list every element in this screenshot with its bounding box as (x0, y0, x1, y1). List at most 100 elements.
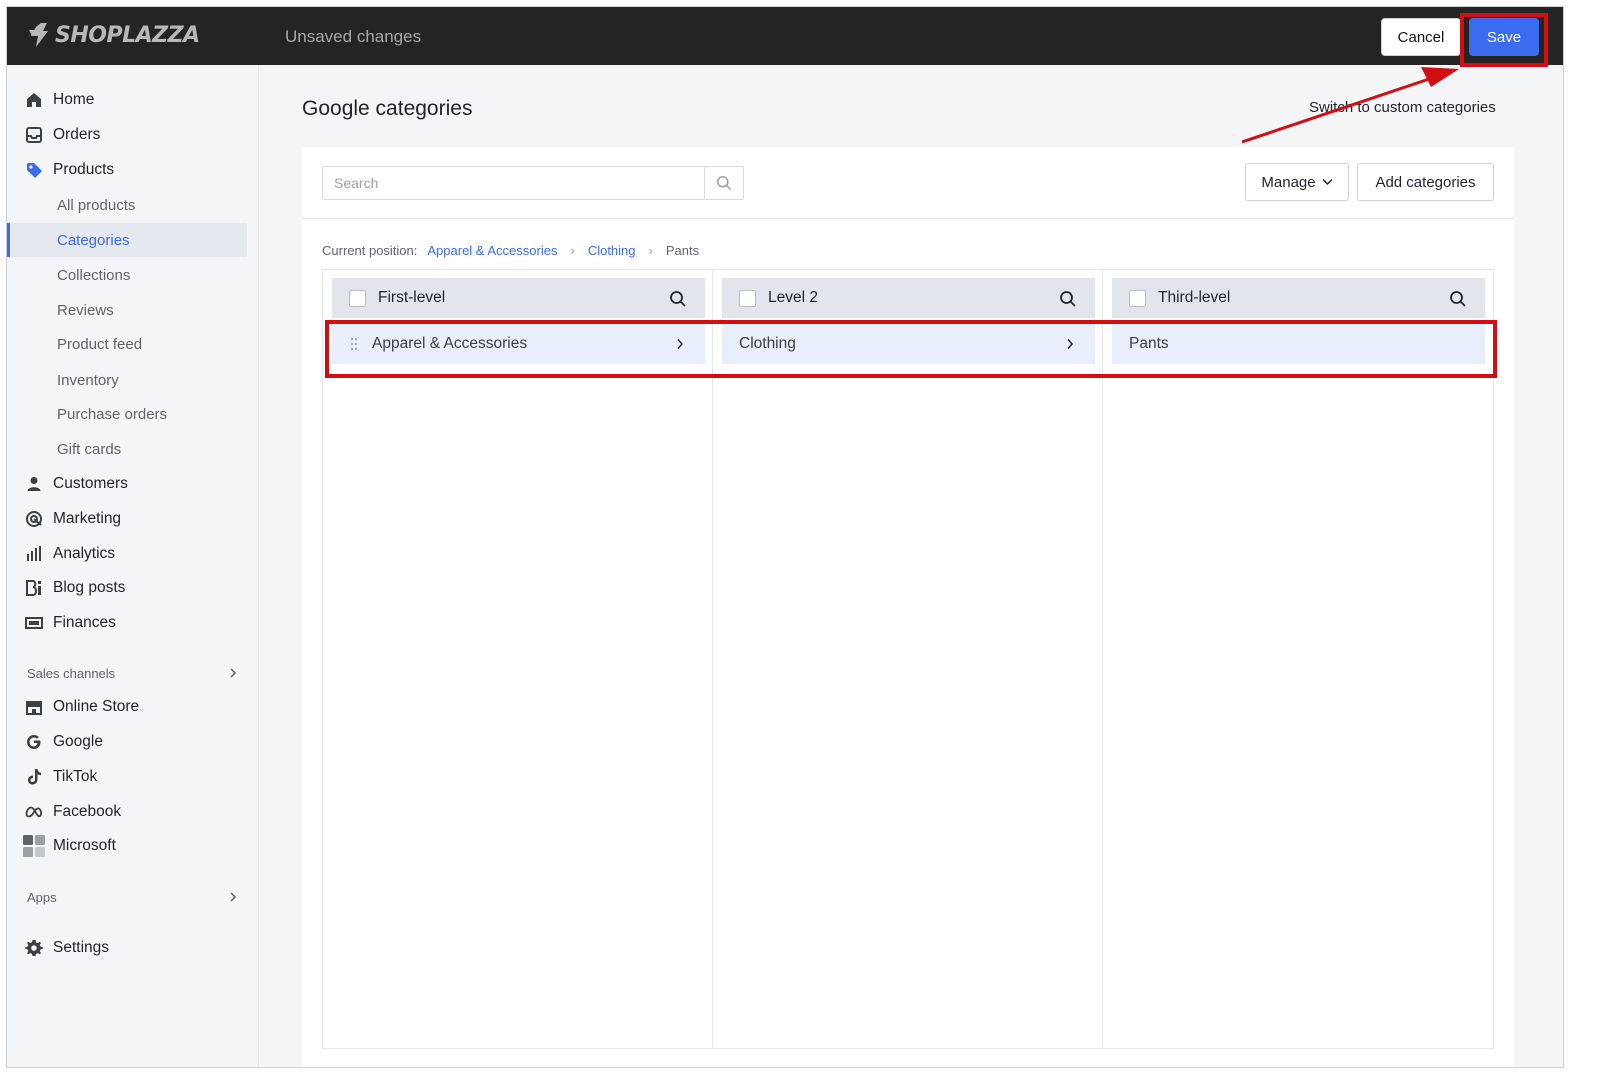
chevron-right-icon (1067, 339, 1074, 349)
sidebar-item-tiktok[interactable]: TikTok (7, 760, 247, 794)
search-icon (717, 176, 732, 191)
manage-label: Manage (1261, 173, 1316, 191)
sidebar-subitem-all-products[interactable]: All products (7, 188, 247, 222)
sidebar-subitem-collections[interactable]: Collections (7, 258, 247, 292)
search-box (322, 166, 744, 200)
search-icon[interactable] (1449, 290, 1467, 308)
sidebar-item-label: Online Store (53, 698, 140, 715)
shoplazza-logo-icon (29, 23, 48, 47)
bar-chart-icon (27, 546, 41, 561)
top-bar: SHOPLAZZA Unsaved changes Cancel Save (7, 7, 1563, 65)
sales-channels-label[interactable]: Sales channels (27, 666, 115, 681)
search-button[interactable] (704, 167, 743, 199)
sidebar-item-facebook[interactable]: Facebook (7, 795, 247, 829)
user-icon (27, 477, 41, 491)
search-input[interactable] (323, 167, 704, 199)
target-icon (26, 511, 42, 527)
sidebar-item-settings[interactable]: Settings (7, 931, 247, 965)
google-icon (27, 735, 41, 749)
search-icon[interactable] (1059, 290, 1077, 308)
category-row[interactable]: Apparel & Accessories (332, 324, 705, 364)
column-title: First-level (378, 289, 446, 306)
breadcrumb-link-level-1[interactable]: Apparel & Accessories (427, 243, 557, 258)
breadcrumb-label: Current position: (322, 243, 418, 258)
sidebar-item-label: Microsoft (53, 837, 116, 854)
manage-dropdown-button[interactable]: Manage (1245, 163, 1349, 201)
sidebar-item-label: Customers (53, 475, 128, 492)
sidebar-subitem-purchase-orders[interactable]: Purchase orders (7, 397, 247, 431)
cancel-button[interactable]: Cancel (1381, 18, 1461, 56)
sidebar-subitem-label: Collections (57, 266, 131, 284)
sidebar-item-analytics[interactable]: Analytics (7, 537, 247, 571)
category-row[interactable]: Clothing (722, 324, 1095, 364)
categories-card: Manage Add categories Current position: … (302, 147, 1514, 1067)
sidebar-subitem-label: All products (57, 196, 136, 214)
chevron-down-icon (1322, 178, 1333, 186)
sidebar-item-label: Blog posts (53, 579, 126, 596)
tiktok-icon (28, 769, 41, 785)
finance-icon (25, 617, 43, 629)
sidebar-item-orders[interactable]: Orders (7, 118, 247, 152)
sidebar-item-label: Settings (53, 939, 110, 956)
column-header: Level 2 (722, 278, 1095, 318)
category-row[interactable]: Pants (1112, 324, 1485, 364)
sidebar-subitem-reviews[interactable]: Reviews (7, 293, 247, 327)
sidebar-subitem-inventory[interactable]: Inventory (7, 363, 247, 397)
sidebar-item-label: Products (53, 161, 115, 178)
sidebar-item-label: Facebook (53, 803, 122, 820)
sidebar-subitem-label: Gift cards (57, 440, 122, 458)
column-level-2: Level 2 Clothing (713, 270, 1103, 1048)
sidebar-item-label: TikTok (53, 768, 98, 785)
breadcrumb-link-level-2[interactable]: Clothing (588, 243, 636, 258)
select-all-checkbox[interactable] (739, 290, 756, 307)
apps-label[interactable]: Apps (27, 890, 57, 905)
column-first-level: First-level Apparel & Accessories (323, 270, 713, 1048)
card-toolbar: Manage Add categories (302, 147, 1514, 219)
breadcrumb-separator: › (648, 243, 653, 258)
select-all-checkbox[interactable] (349, 290, 366, 307)
meta-icon (25, 806, 43, 818)
save-button[interactable]: Save (1469, 18, 1539, 56)
add-categories-button[interactable]: Add categories (1357, 163, 1494, 201)
switch-to-custom-categories-link[interactable]: Switch to custom categories (1309, 99, 1496, 116)
brand-logo[interactable]: SHOPLAZZA (27, 22, 200, 48)
breadcrumb-current: Pants (665, 243, 700, 258)
column-header: Third-level (1112, 278, 1485, 318)
sidebar-item-customers[interactable]: Customers (7, 467, 247, 501)
brand-name: SHOPLAZZA (55, 22, 200, 48)
sidebar-subitem-gift-cards[interactable]: Gift cards (7, 432, 247, 466)
sidebar-item-products[interactable]: Products (7, 153, 247, 187)
category-name: Pants (1129, 335, 1169, 352)
home-icon (27, 93, 41, 107)
sidebar-subitem-product-feed[interactable]: Product feed (7, 327, 247, 361)
sidebar-subitem-label: Inventory (57, 371, 119, 389)
sidebar-item-label: Google (53, 733, 103, 750)
sidebar-item-marketing[interactable]: Marketing (7, 502, 247, 536)
sidebar-subitem-categories[interactable]: Categories (7, 223, 247, 257)
select-all-checkbox[interactable] (1129, 290, 1146, 307)
unsaved-changes-text: Unsaved changes (285, 27, 422, 46)
sidebar-item-home[interactable]: Home (7, 83, 247, 117)
sidebar-item-microsoft[interactable]: Microsoft (7, 829, 247, 863)
search-icon[interactable] (669, 290, 687, 308)
drag-handle-icon[interactable] (350, 337, 358, 351)
sidebar: Home Orders Products All products Catego… (7, 65, 259, 1067)
sidebar-item-label: Home (53, 91, 95, 108)
chevron-right-icon (677, 339, 684, 349)
store-icon (26, 701, 42, 715)
column-title: Level 2 (768, 289, 818, 306)
column-header: First-level (332, 278, 705, 318)
microsoft-icon (23, 835, 45, 857)
gear-icon (25, 940, 43, 956)
chevron-right-icon[interactable] (227, 891, 239, 903)
sidebar-item-finances[interactable]: Finances (7, 606, 247, 640)
breadcrumb: Current position: Apparel & Accessories … (322, 243, 699, 258)
sidebar-item-google[interactable]: Google (7, 725, 247, 759)
breadcrumb-separator: › (570, 243, 575, 258)
chevron-right-icon[interactable] (227, 667, 239, 679)
sidebar-item-online-store[interactable]: Online Store (7, 690, 247, 724)
column-third-level: Third-level Pants (1103, 270, 1493, 1048)
sidebar-item-blog-posts[interactable]: Blog posts (7, 571, 247, 605)
blog-icon (26, 580, 41, 596)
category-name: Clothing (739, 335, 796, 352)
